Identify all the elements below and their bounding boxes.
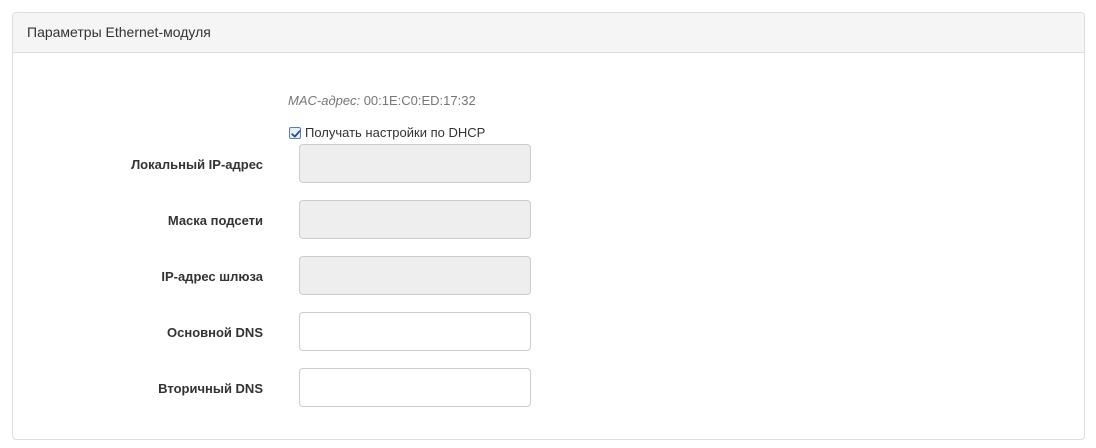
dhcp-option[interactable]: Получать настройки по DHCP [289, 125, 485, 140]
gateway-ip-input[interactable] [299, 256, 531, 295]
panel-title: Параметры Ethernet-модуля [13, 13, 1084, 53]
subnet-mask-label: Маска подсети [167, 213, 263, 228]
primary-dns-input[interactable] [299, 312, 531, 351]
local-ip-label: Локальный IP-адрес [131, 157, 263, 172]
secondary-dns-label: Вторичный DNS [158, 381, 263, 396]
secondary-dns-input[interactable] [299, 368, 531, 407]
mac-address-value: 00:1E:C0:ED:17:32 [363, 93, 476, 108]
ethernet-settings-panel: Параметры Ethernet-модуля MAC-адрес: 00:… [12, 12, 1085, 440]
dhcp-label[interactable]: Получать настройки по DHCP [305, 125, 485, 140]
subnet-mask-input[interactable] [299, 200, 531, 239]
checkmark-icon [291, 129, 301, 137]
primary-dns-label: Основной DNS [167, 325, 263, 340]
mac-address-label: MAC-адрес: [288, 93, 361, 108]
mac-address-line: MAC-адрес: 00:1E:C0:ED:17:32 [288, 93, 476, 108]
gateway-ip-label: IP-адрес шлюза [161, 269, 263, 284]
dhcp-checkbox[interactable] [289, 126, 301, 139]
local-ip-input[interactable] [299, 144, 531, 183]
